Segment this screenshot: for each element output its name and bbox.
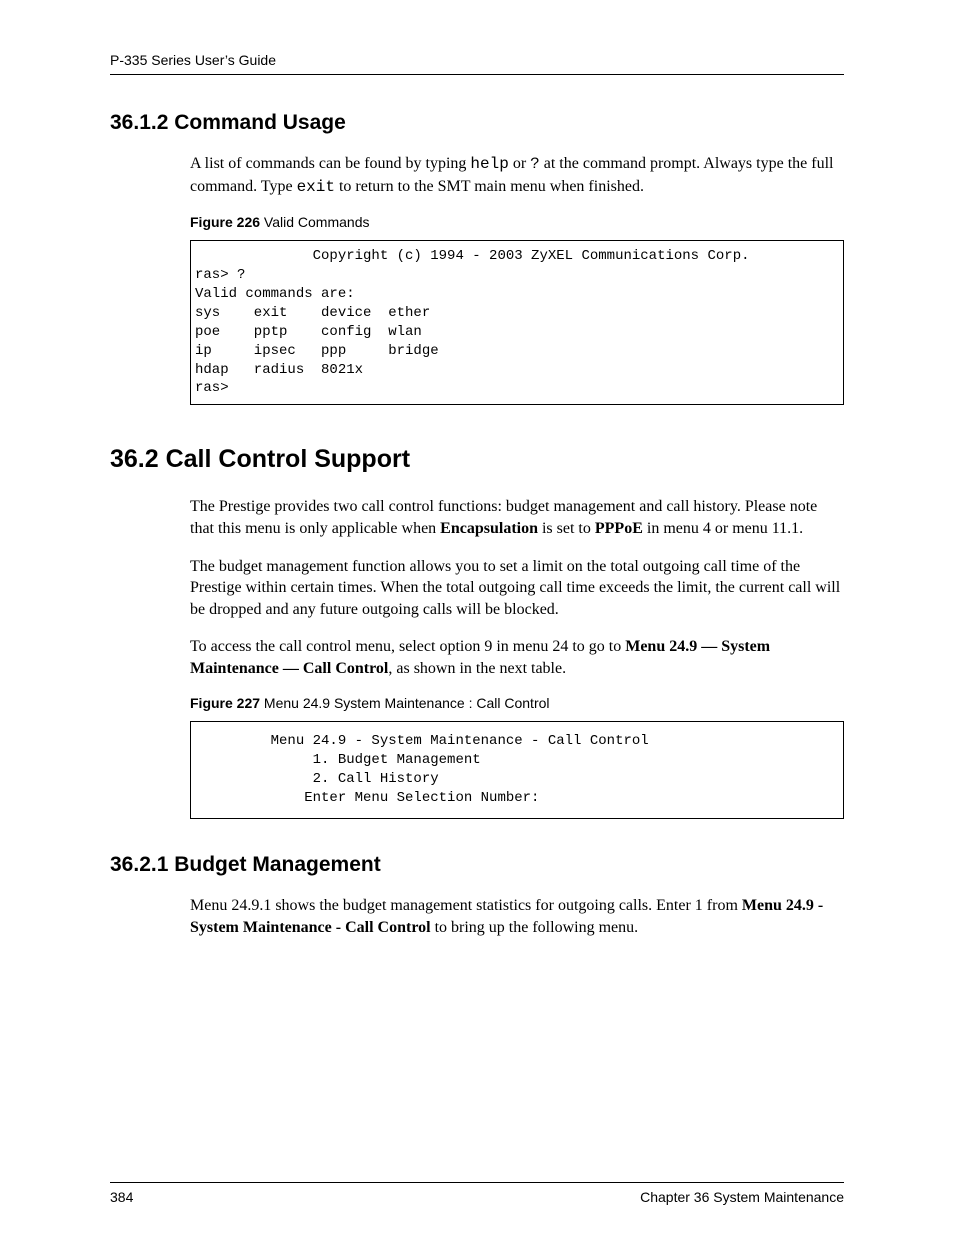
page-footer: 384 Chapter 36 System Maintenance	[110, 1182, 844, 1205]
figure-number: Figure 226	[190, 214, 260, 230]
page: P-335 Series User’s Guide 36.1.2 Command…	[0, 0, 954, 1235]
figure-title: Valid Commands	[260, 214, 369, 230]
text: in menu 4 or menu 11.1.	[643, 520, 803, 537]
code-content: Menu 24.9 - System Maintenance - Call Co…	[195, 732, 839, 808]
text: , as shown in the next table.	[388, 660, 566, 677]
bold-encapsulation: Encapsulation	[440, 520, 538, 537]
code-question: ?	[530, 155, 540, 173]
code-help: help	[470, 155, 508, 173]
para-36-2-2: The budget management function allows yo…	[190, 556, 844, 621]
figure-226-label: Figure 226 Valid Commands	[190, 214, 844, 230]
figure-226-code: Copyright (c) 1994 - 2003 ZyXEL Communic…	[190, 240, 844, 405]
text: or	[509, 155, 530, 172]
page-number: 384	[110, 1189, 133, 1205]
figure-title: Menu 24.9 System Maintenance : Call Cont…	[260, 695, 549, 711]
chapter-label: Chapter 36 System Maintenance	[640, 1189, 844, 1205]
code-exit: exit	[297, 178, 335, 196]
text: to return to the SMT main menu when fini…	[335, 178, 644, 195]
text: Menu 24.9.1 shows the budget management …	[190, 897, 742, 914]
para-budget-mgmt: Menu 24.9.1 shows the budget management …	[190, 895, 844, 938]
guide-title: P-335 Series User’s Guide	[110, 52, 276, 68]
figure-227-label: Figure 227 Menu 24.9 System Maintenance …	[190, 695, 844, 711]
para-36-2-3: To access the call control menu, select …	[190, 636, 844, 679]
para-36-2-1: The Prestige provides two call control f…	[190, 496, 844, 539]
heading-36-1-2: 36.1.2 Command Usage	[110, 111, 844, 135]
text: is set to	[538, 520, 595, 537]
code-content: Copyright (c) 1994 - 2003 ZyXEL Communic…	[195, 247, 839, 398]
figure-number: Figure 227	[190, 695, 260, 711]
running-header: P-335 Series User’s Guide	[110, 52, 844, 75]
text: to bring up the following menu.	[431, 919, 639, 936]
heading-36-2: 36.2 Call Control Support	[110, 445, 844, 474]
figure-227-code: Menu 24.9 - System Maintenance - Call Co…	[190, 721, 844, 819]
heading-36-2-1: 36.2.1 Budget Management	[110, 853, 844, 877]
para-command-usage: A list of commands can be found by typin…	[190, 153, 844, 198]
text: To access the call control menu, select …	[190, 638, 625, 655]
text: A list of commands can be found by typin…	[190, 155, 470, 172]
bold-pppoe: PPPoE	[595, 520, 643, 537]
